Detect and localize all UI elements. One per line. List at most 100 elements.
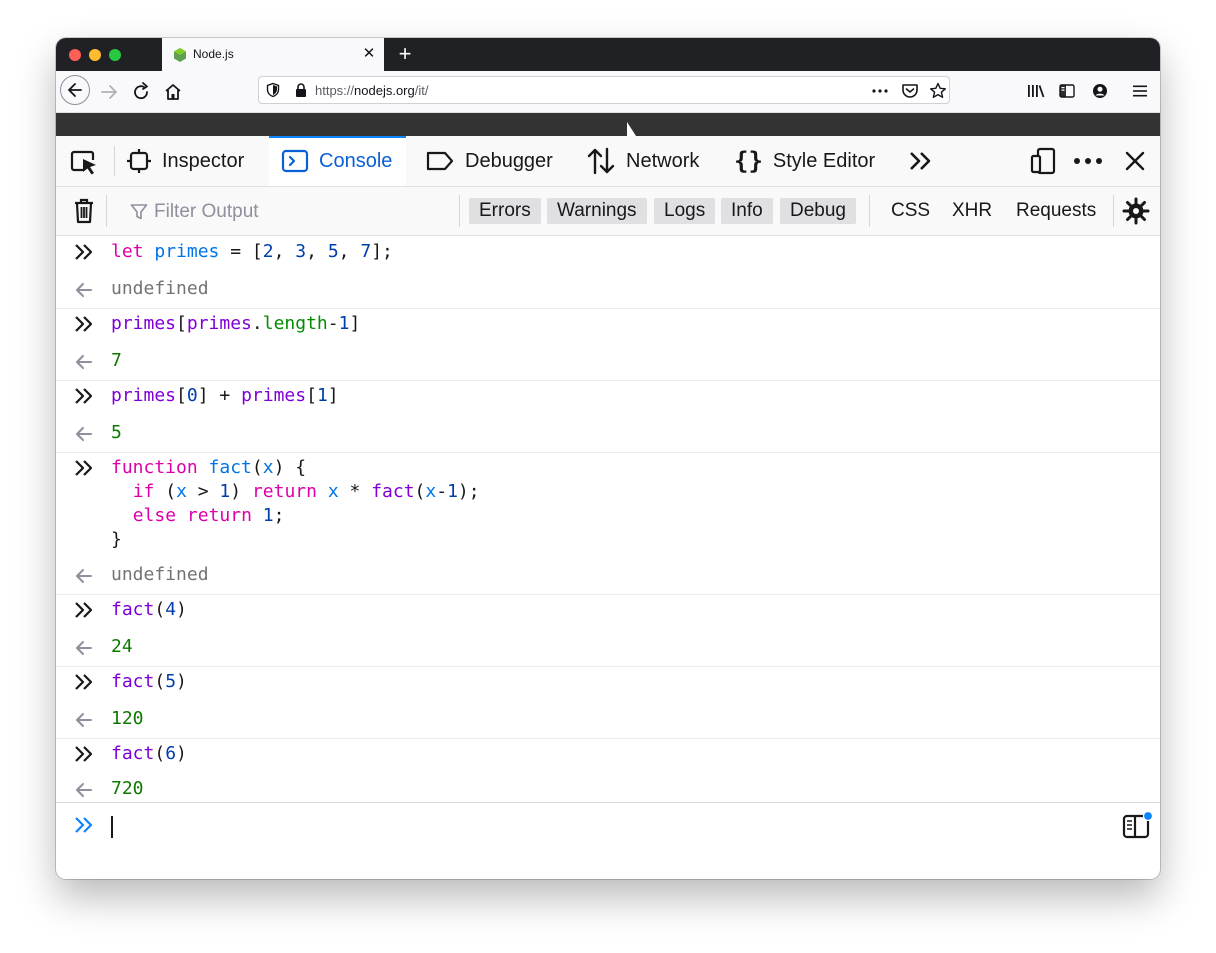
tab-debugger-label: Debugger (465, 149, 553, 172)
inspector-icon (127, 149, 151, 173)
prompt-icon (74, 815, 94, 840)
filter-requests-button[interactable]: Requests (1016, 198, 1096, 224)
home-button[interactable] (158, 77, 188, 107)
console-input-row: function fact(x) { if (x > 1) return x *… (56, 452, 1160, 558)
filter-divider (869, 195, 870, 227)
filter-warnings-button[interactable]: Warnings (547, 198, 647, 224)
reload-icon (134, 82, 148, 100)
page-content-strip (56, 113, 1160, 136)
filter-info-button[interactable]: Info (721, 198, 773, 224)
home-icon (165, 84, 181, 100)
more-tools-button[interactable] (904, 136, 938, 186)
console-input-text[interactable]: primes[0] + primes[1] (111, 384, 339, 408)
console-settings-button[interactable] (1120, 196, 1152, 226)
filter-logs-button[interactable]: Logs (654, 198, 716, 224)
tab-console-label: Console (319, 149, 393, 172)
tab-style-editor[interactable]: {} Style Editor (724, 136, 889, 186)
responsive-mode-button[interactable] (1026, 136, 1062, 186)
bookmark-star-icon[interactable] (929, 82, 947, 100)
console-input-row: fact(4) (56, 594, 1160, 630)
filter-divider (459, 195, 460, 227)
console-result-text: undefined (111, 564, 209, 585)
tab-nodejs[interactable]: Node.js ✕ (162, 38, 384, 71)
tab-console[interactable]: Console (269, 136, 407, 186)
pocket-icon[interactable] (901, 82, 919, 100)
shield-icon[interactable] (265, 82, 281, 98)
filter-errors-button[interactable]: Errors (469, 198, 541, 224)
url-bar[interactable]: https://nodejs.org/it/ (258, 76, 950, 104)
window-close-button[interactable] (69, 49, 81, 61)
new-tab-button[interactable]: + (392, 41, 418, 67)
filter-xhr-button[interactable]: XHR (952, 198, 992, 224)
element-picker-icon (70, 150, 96, 175)
forward-button[interactable] (94, 77, 124, 107)
console-input-text[interactable]: fact(4) (111, 598, 187, 622)
debugger-icon (426, 151, 454, 171)
console-input-row: fact(5) (56, 666, 1160, 702)
console-result-row: 120 (56, 702, 1160, 738)
console-result-text: 24 (111, 636, 133, 657)
console-result-row: 720 (56, 774, 1160, 802)
reload-button[interactable] (126, 77, 156, 107)
close-toolbox-button[interactable] (1118, 136, 1152, 186)
filter-icon (130, 204, 148, 220)
console-result-row: undefined (56, 558, 1160, 594)
console-result-text: 720 (111, 778, 144, 799)
console-input-text[interactable]: fact(5) (111, 670, 187, 694)
prompt-icon (74, 600, 94, 625)
devtools-toolbar: Inspector Console Debugger Network {} St… (56, 136, 1160, 187)
trash-icon (75, 198, 93, 224)
toolbox-options-button[interactable] (1070, 136, 1106, 186)
page-actions-icon[interactable] (871, 83, 889, 99)
toolbar-divider (114, 146, 115, 176)
filter-divider (1113, 195, 1114, 227)
prompt-icon (74, 314, 94, 339)
tab-debugger[interactable]: Debugger (414, 136, 567, 186)
tab-network[interactable]: Network (576, 136, 713, 186)
account-icon[interactable] (1091, 82, 1109, 100)
editor-mode-toggle-button[interactable] (1122, 810, 1154, 841)
result-arrow-icon (74, 280, 94, 305)
prompt-icon (74, 242, 94, 267)
tab-inspector[interactable]: Inspector (116, 136, 258, 186)
clear-console-button[interactable] (68, 195, 100, 227)
text-caret (111, 816, 113, 838)
library-icon[interactable] (1027, 83, 1045, 99)
back-button[interactable] (60, 75, 90, 105)
result-arrow-icon (74, 710, 94, 735)
filter-debug-button[interactable]: Debug (780, 198, 856, 224)
meatball-menu-icon (1074, 158, 1102, 164)
console-filter-bar: Filter Output Errors Warnings Logs Info … (56, 187, 1160, 236)
hamburger-menu-icon[interactable] (1132, 83, 1148, 99)
editor-toggle-icon (1122, 810, 1154, 839)
result-arrow-icon (74, 424, 94, 449)
tab-close-icon[interactable]: ✕ (360, 45, 378, 63)
console-input-row: fact(6) (56, 738, 1160, 774)
console-input-text[interactable]: fact(6) (111, 742, 187, 766)
filter-placeholder: Filter Output (154, 201, 259, 222)
console-output: let primes = [2, 3, 5, 7]; undefined pri… (56, 236, 1160, 804)
sidebar-icon[interactable] (1059, 83, 1075, 99)
console-input-text[interactable]: let primes = [2, 3, 5, 7]; (111, 240, 393, 264)
tab-inspector-label: Inspector (162, 149, 245, 172)
console-input-text[interactable]: function fact(x) { if (x > 1) return x *… (111, 456, 480, 552)
console-result-row: 24 (56, 630, 1160, 666)
result-arrow-icon (74, 566, 94, 591)
console-input-line[interactable] (56, 802, 1160, 879)
console-result-text: 120 (111, 708, 144, 729)
window-maximize-button[interactable] (109, 49, 121, 61)
console-result-text: undefined (111, 278, 209, 299)
prompt-icon (74, 386, 94, 411)
tab-title: Node.js (193, 47, 234, 61)
network-icon (587, 147, 615, 175)
prompt-icon (74, 458, 94, 483)
lock-icon[interactable] (293, 82, 309, 98)
filter-css-button[interactable]: CSS (891, 198, 930, 224)
console-input-row: let primes = [2, 3, 5, 7]; (56, 236, 1160, 272)
console-input-text[interactable]: primes[primes.length-1] (111, 312, 360, 336)
url-text: https://nodejs.org/it/ (315, 83, 428, 98)
filter-output-input[interactable]: Filter Output (130, 197, 460, 225)
result-arrow-icon (74, 352, 94, 377)
window-minimize-button[interactable] (89, 49, 101, 61)
element-picker-button[interactable] (56, 136, 114, 186)
